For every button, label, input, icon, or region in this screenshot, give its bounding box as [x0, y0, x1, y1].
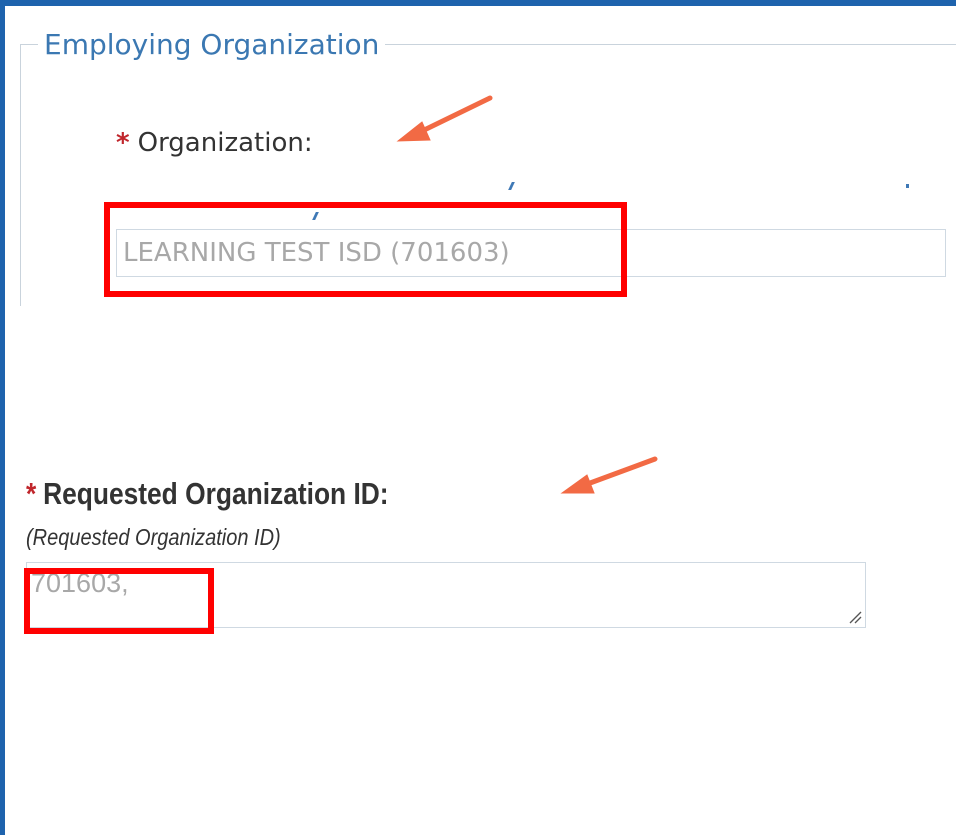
textarea-value: 701603, — [31, 568, 129, 598]
required-marker: * — [26, 476, 37, 511]
resize-handle-icon[interactable] — [846, 608, 862, 624]
requested-organization-id-label: * Requested Organization ID: — [26, 474, 389, 514]
requested-organization-id-label-text: Requested Organization ID: — [43, 476, 389, 511]
requested-organization-id-help: (Requested Organization ID) — [26, 524, 281, 550]
group-legend: Employing Organization — [38, 26, 386, 64]
organization-input[interactable]: LEARNING TEST ISD (701603) — [116, 229, 946, 277]
organization-label-text: Organization: — [137, 128, 313, 158]
organization-label: * Organization: — [116, 126, 313, 160]
required-marker: * — [116, 128, 130, 158]
requested-organization-id-textarea[interactable]: 701603, — [26, 562, 866, 628]
artifact-tick — [906, 184, 909, 188]
